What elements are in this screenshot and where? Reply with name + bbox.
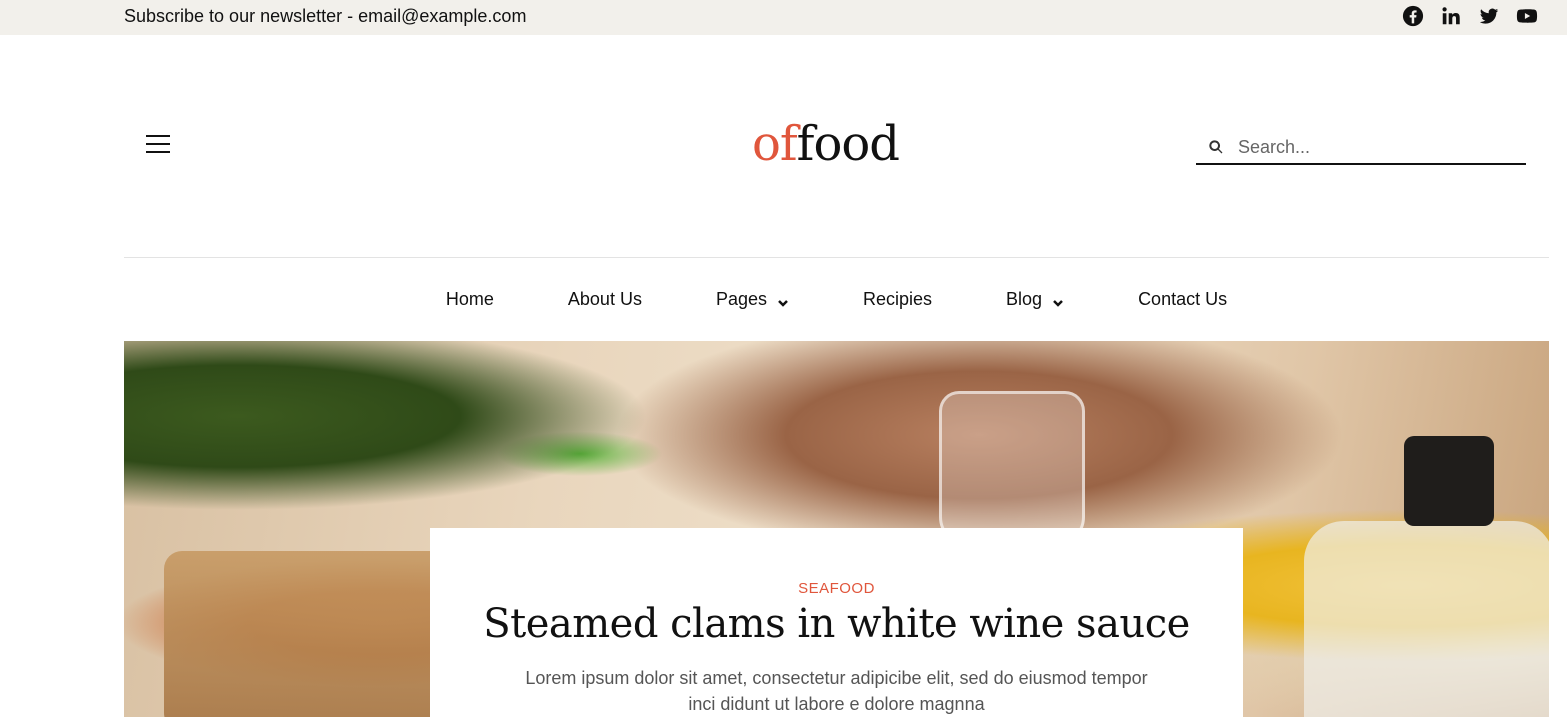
nav-item-label: Pages <box>715 288 767 309</box>
nav-item-label: Contact Us <box>1138 288 1228 309</box>
top-bar: Subscribe to our newsletter - email@exam… <box>0 0 1567 35</box>
post-title[interactable]: Steamed clams in white wine sauce <box>430 601 1243 647</box>
hero-bottle-shape <box>1304 521 1549 717</box>
hero-bottle-cap-shape <box>1404 436 1494 526</box>
newsletter-text: Subscribe to our newsletter - email@exam… <box>124 6 527 26</box>
search-input[interactable] <box>1236 135 1510 159</box>
search-icon <box>1209 140 1223 154</box>
nav-item-pages[interactable]: Pages <box>716 282 789 316</box>
social-links <box>1401 4 1539 28</box>
linkedin-icon[interactable] <box>1439 4 1463 28</box>
featured-post-card: SEAFOOD Steamed clams in white wine sauc… <box>430 528 1243 728</box>
nav-item-home[interactable]: Home <box>446 282 494 316</box>
nav-item-label: Home <box>445 288 494 309</box>
main-nav: Home About Us Pages Recipies Blog Contac… <box>0 282 1567 316</box>
nav-item-label: Recipies <box>863 288 933 309</box>
nav-item-contact-us[interactable]: Contact Us <box>1138 282 1227 316</box>
facebook-icon[interactable] <box>1401 4 1425 28</box>
menu-toggle-icon[interactable] <box>146 135 170 155</box>
search-box <box>1196 131 1526 165</box>
post-category[interactable]: SEAFOOD <box>430 580 1243 597</box>
site-logo[interactable]: offood <box>752 116 900 172</box>
youtube-icon[interactable] <box>1515 4 1539 28</box>
hero-jar-shape <box>939 391 1085 547</box>
nav-item-label: Blog <box>1006 288 1043 309</box>
nav-item-recipies[interactable]: Recipies <box>863 282 932 316</box>
twitter-icon[interactable] <box>1477 4 1501 28</box>
chevron-down-icon <box>1052 293 1064 307</box>
post-excerpt: Lorem ipsum dolor sit amet, consectetur … <box>525 668 1148 714</box>
chevron-down-icon <box>777 293 789 307</box>
hero-cutting-board-shape <box>164 551 464 717</box>
nav-item-about-us[interactable]: About Us <box>568 282 642 316</box>
header-divider <box>124 257 1549 258</box>
nav-item-label: About Us <box>567 288 642 309</box>
logo-accent-text: of <box>752 116 798 172</box>
logo-main-text: food <box>796 116 900 172</box>
nav-item-blog[interactable]: Blog <box>1006 282 1064 316</box>
